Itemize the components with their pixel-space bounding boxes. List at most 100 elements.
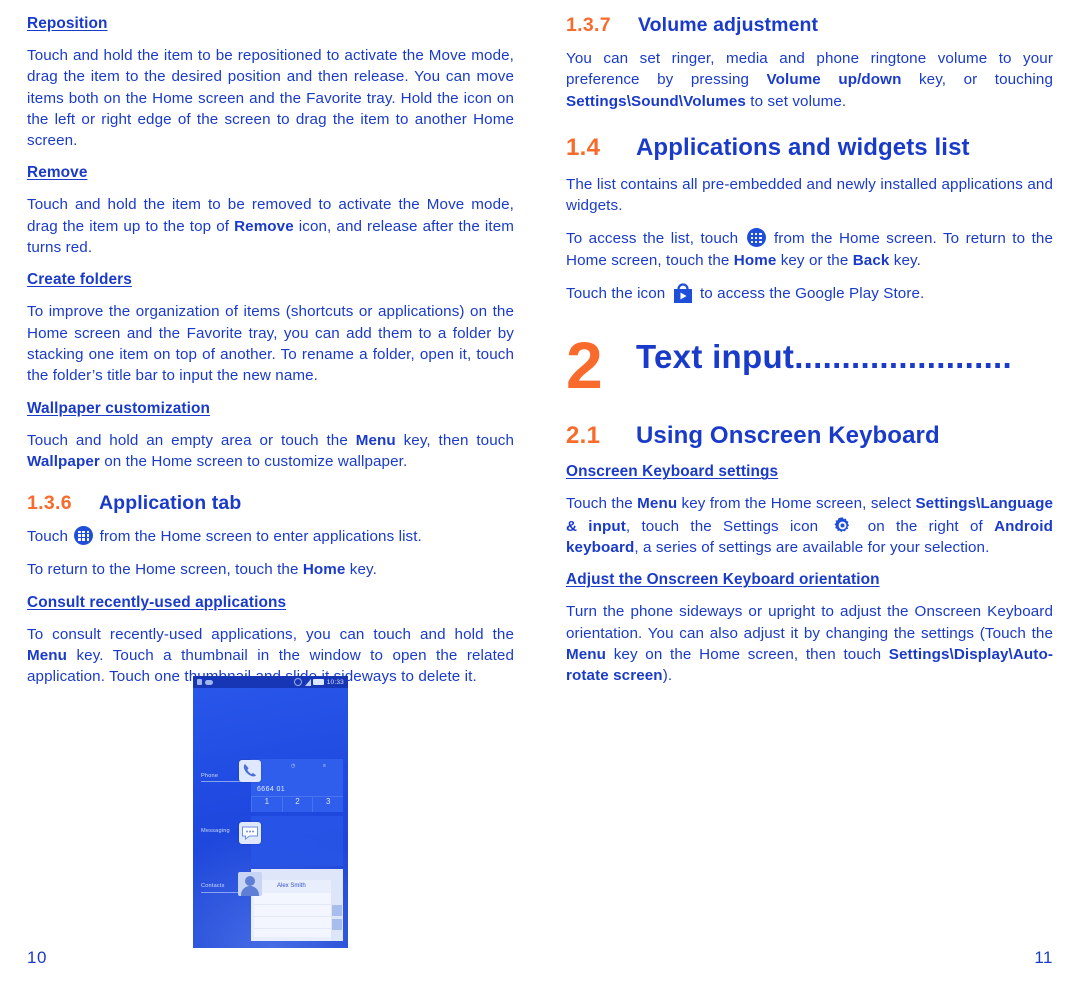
app-tab2-post: key. — [345, 561, 377, 579]
chapter-title: Text input....................... — [636, 334, 1012, 380]
apps-drawer-icon — [746, 228, 766, 248]
consult-part1: To consult recently-used applications, y… — [27, 625, 514, 643]
list-item — [254, 917, 331, 929]
thumbnail-phone[interactable]: ▾ ◷ ≡ 6664 01 1 2 3 — [251, 759, 343, 812]
wallpaper-part2: key, then touch — [395, 431, 514, 449]
paragraph-volume: You can set ringer, media and phone ring… — [566, 48, 1053, 112]
app-tab-post: from the Home screen to enter applicatio… — [95, 528, 422, 546]
paragraph-keyboard-orientation: Turn the phone sideways or upright to ad… — [566, 601, 1053, 686]
section-title: Volume adjustment — [638, 14, 819, 36]
contacts-tab-bar — [251, 869, 343, 880]
list-item — [254, 905, 331, 917]
kbs-bold-menu: Menu — [637, 495, 678, 513]
battery-icon — [313, 679, 325, 685]
remove-bold-keyword: Remove — [234, 217, 294, 235]
heading-wallpaper-customization: Wallpaper customization — [27, 399, 211, 417]
kbo-part3: ). — [662, 667, 673, 685]
section-number: 2.1 — [566, 422, 601, 450]
thumbnail-label-messaging: Messaging — [201, 828, 230, 834]
section-number: 1.3.6 — [27, 492, 72, 515]
dialer-key-1[interactable]: 1 — [251, 797, 282, 812]
gear-icon — [832, 515, 853, 536]
usb-icon — [197, 679, 202, 685]
messaging-app-icon — [239, 822, 261, 844]
paragraph-application-tab-line2: To return to the Home screen, touch the … — [27, 559, 514, 580]
volume-bold-path: Settings\Sound\Volumes — [566, 92, 746, 110]
dialer-number-display: 6664 01 — [257, 786, 286, 793]
thumbnail-messaging[interactable] — [251, 816, 343, 866]
section-heading-applications-widgets-list: 1.4 Applications and widgets list — [566, 134, 1053, 162]
paragraph-reposition: Touch and hold the item to be reposition… — [27, 47, 514, 150]
dialer-key-3[interactable]: 3 — [312, 797, 343, 812]
section-number: 1.3.7 — [566, 14, 611, 36]
access-bold-home: Home — [733, 251, 777, 269]
access-bold-back: Back — [852, 251, 890, 269]
apps-drawer-icon — [74, 526, 94, 546]
paragraph-create-folders: To improve the organization of items (sh… — [27, 303, 514, 385]
chapter-heading-text-input: 2 Text input....................... — [566, 328, 1053, 403]
section-heading-volume-adjustment: 1.3.7 Volume adjustment — [566, 14, 1053, 37]
recent-tab-icon: ◷ — [291, 763, 296, 769]
app-tab-pre: Touch — [27, 528, 73, 546]
chapter-title-text: Text input — [636, 338, 795, 376]
volume-part3: to set volume. — [745, 92, 847, 110]
list-item — [254, 893, 331, 905]
recent-apps-screenshot: 10:33 Phone ▾ ◷ ≡ 6664 01 1 2 3 Messagin… — [193, 676, 348, 948]
kbs-part2: key from the Home screen, select — [677, 495, 916, 513]
google-play-icon — [672, 283, 694, 304]
consult-bold-menu: Menu — [27, 647, 68, 665]
section-heading-application-tab: 1.3.6 Application tab — [27, 492, 514, 515]
contacts-list — [254, 893, 331, 937]
kbs-part5: , a series of settings are available for… — [634, 538, 990, 556]
paragraph-keyboard-settings: Touch the Menu key from the Home screen,… — [566, 493, 1053, 558]
access-pre: To access the list, touch — [566, 230, 745, 248]
wallpaper-part3: on the Home screen to customize wallpape… — [99, 452, 408, 470]
sync-icon — [205, 679, 213, 685]
wallpaper-bold-wallpaper: Wallpaper — [27, 452, 100, 470]
app-tab2-bold-home: Home — [302, 561, 346, 579]
thumbnail-label-contacts: Contacts — [201, 883, 225, 889]
page-number-left: 10 — [27, 948, 47, 967]
kbs-part3: , touch the Settings icon — [625, 517, 830, 535]
contact-avatar — [332, 905, 342, 916]
paragraph-play-store: Touch the icon to access the Google Play… — [566, 283, 1053, 304]
section-heading-using-onscreen-keyboard: 2.1 Using Onscreen Keyboard — [566, 422, 1053, 450]
signal-icon — [304, 678, 311, 686]
page-number-right: 11 — [1034, 948, 1053, 967]
right-column: 1.3.7 Volume adjustment You can set ring… — [566, 14, 1053, 686]
contact-avatar — [332, 919, 342, 930]
heading-reposition: Reposition — [27, 15, 108, 32]
kbo-bold-menu: Menu — [566, 645, 607, 663]
phone-status-bar: 10:33 — [193, 676, 348, 688]
chapter-number: 2 — [566, 328, 603, 403]
wallpaper-bold-menu: Menu — [355, 431, 396, 449]
heading-onscreen-keyboard-settings: Onscreen Keyboard settings — [566, 463, 779, 481]
contacts-app-icon — [238, 872, 262, 896]
section-title: Applications and widgets list — [636, 133, 970, 161]
dialer-keypad-row[interactable]: 1 2 3 — [251, 797, 343, 812]
section-number: 1.4 — [566, 133, 601, 161]
status-time: 10:33 — [326, 678, 344, 686]
contacts-name-label: Alex Smith — [277, 883, 306, 889]
play-post: to access the Google Play Store. — [695, 285, 925, 303]
manual-page: Reposition Touch and hold the item to be… — [0, 0, 1080, 990]
thumbnail-contacts[interactable]: Alex Smith — [251, 869, 343, 941]
volume-part2: key, or touching — [901, 71, 1053, 89]
heading-remove: Remove — [27, 164, 88, 182]
chapter-dot-leader: ....................... — [794, 338, 1012, 376]
dialer-key-2[interactable]: 2 — [281, 797, 313, 812]
status-left-icons — [197, 679, 213, 685]
play-pre: Touch the icon — [566, 285, 670, 303]
thumbnail-label-phone: Phone — [201, 773, 219, 779]
section-title: Using Onscreen Keyboard — [636, 422, 940, 450]
status-right-icons: 10:33 — [294, 678, 344, 686]
paragraph-wallpaper: Touch and hold an empty area or touch th… — [27, 430, 514, 473]
paragraph-apps-widgets-intro: The list contains all pre-embedded and n… — [566, 175, 1053, 215]
wallpaper-part1: Touch and hold an empty area or touch th… — [27, 431, 356, 449]
access-mid2: key or the — [776, 251, 853, 269]
paragraph-access-list: To access the list, touch from the Home … — [566, 228, 1053, 271]
access-post: key. — [889, 251, 921, 269]
heading-create-folders: Create folders — [27, 271, 132, 289]
left-column: Reposition Touch and hold the item to be… — [27, 14, 514, 688]
heading-keyboard-orientation: Adjust the Onscreen Keyboard orientation — [566, 571, 880, 589]
